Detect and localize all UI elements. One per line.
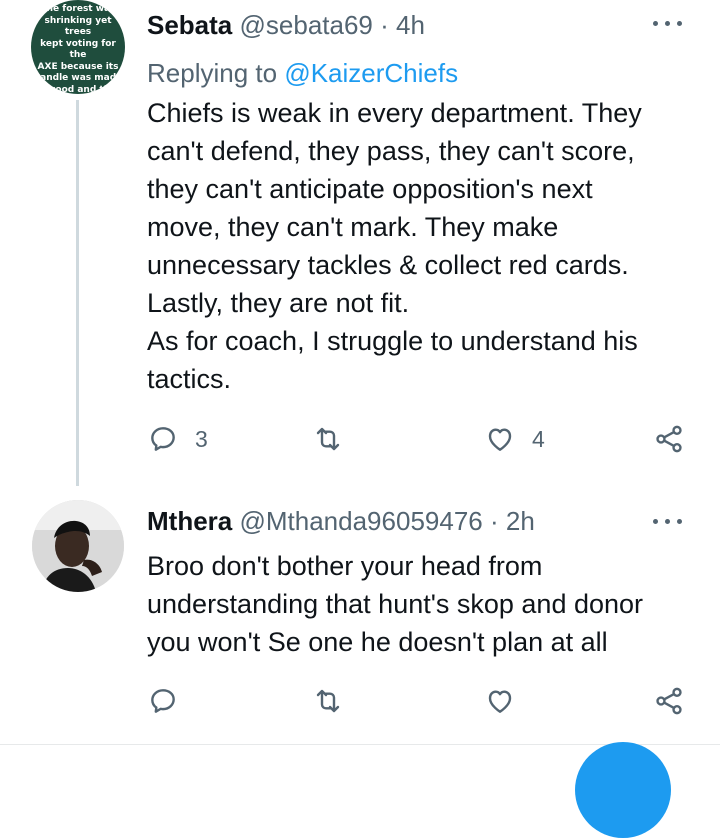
timestamp[interactable]: 4h: [396, 10, 425, 40]
tweet-header: Mthera @Mthanda96059476 · 2h: [147, 506, 535, 536]
separator: ·: [489, 506, 499, 536]
retweet-button[interactable]: [312, 685, 360, 717]
avatar[interactable]: [32, 500, 124, 592]
share-icon: [656, 687, 682, 715]
author-handle[interactable]: @Mthanda96059476: [239, 506, 482, 536]
thread-line: [76, 100, 79, 486]
tweet[interactable]: The forest was shrinking yet trees kept …: [0, 0, 720, 486]
heart-icon: [488, 690, 512, 713]
tweet-text: Chiefs is weak in every department. They…: [147, 98, 642, 394]
reply-count: 3: [195, 425, 208, 452]
author-name[interactable]: Mthera: [147, 506, 232, 536]
share-button[interactable]: [653, 685, 685, 717]
heart-icon: [488, 428, 512, 451]
reply-icon: [151, 689, 175, 713]
like-button[interactable]: [484, 685, 532, 717]
like-button[interactable]: 4: [484, 423, 545, 455]
tweet[interactable]: Mthera @Mthanda96059476 · 2h Broo don't …: [0, 486, 720, 744]
reply-button[interactable]: 3: [147, 423, 208, 455]
replying-to-link[interactable]: @KaizerChiefs: [284, 58, 458, 88]
more-icon[interactable]: [653, 18, 683, 28]
replying-to: Replying to @KaizerChiefs: [147, 58, 458, 88]
tweet-header: Sebata @sebata69 · 4h: [147, 10, 425, 40]
author-name[interactable]: Sebata: [147, 10, 232, 40]
share-button[interactable]: [653, 423, 685, 455]
tweet-text: Broo don't bother your head from underst…: [147, 551, 644, 657]
reply-icon: [151, 427, 175, 451]
like-count: 4: [532, 425, 545, 452]
more-icon[interactable]: [653, 516, 683, 526]
retweet-button[interactable]: [312, 423, 360, 455]
timestamp[interactable]: 2h: [506, 506, 535, 536]
retweet-icon: [316, 427, 340, 451]
avatar-quote-text: The forest was shrinking yet trees kept …: [33, 4, 123, 94]
reply-button[interactable]: [147, 685, 195, 717]
retweet-icon: [316, 689, 340, 713]
avatar-photo: [32, 500, 124, 592]
author-handle[interactable]: @sebata69: [240, 10, 373, 40]
separator: ·: [380, 10, 389, 40]
replying-label: Replying to: [147, 58, 278, 88]
share-icon: [656, 425, 682, 453]
avatar[interactable]: The forest was shrinking yet trees kept …: [31, 0, 125, 94]
compose-button[interactable]: [575, 742, 671, 838]
